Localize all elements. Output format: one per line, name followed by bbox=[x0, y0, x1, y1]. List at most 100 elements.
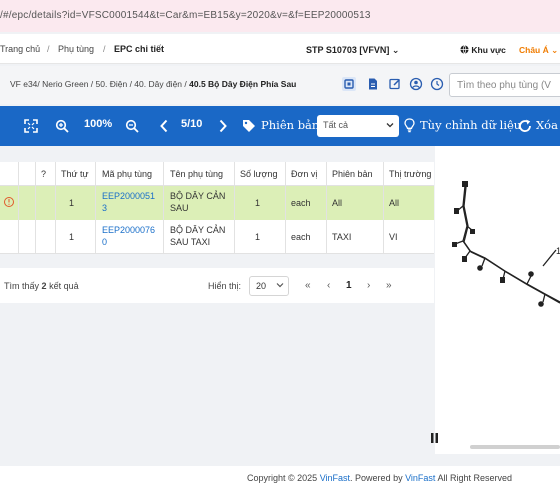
cell-part-code[interactable]: EEP2000076 0 bbox=[102, 224, 155, 248]
zoom-out-icon[interactable] bbox=[125, 119, 139, 133]
model-breadcrumb-bar: VF e34/ Nerio Green / 50. Điện / 40. Dây… bbox=[0, 66, 560, 104]
brand-link[interactable]: VinFast bbox=[320, 473, 350, 483]
current-page-button[interactable]: 1 bbox=[346, 280, 352, 291]
region-button[interactable]: Khu vực bbox=[460, 45, 506, 55]
edit-button[interactable] bbox=[388, 77, 402, 91]
table-header: ? Thứ tự Mã phụ tùng Tên phụ tùng Số lượ… bbox=[0, 162, 434, 186]
part-name-line: BỘ DÂY CẢN bbox=[170, 225, 226, 235]
clear-button[interactable]: Xóa bbox=[536, 118, 558, 132]
user-button[interactable] bbox=[409, 77, 423, 91]
group-crumb[interactable]: 50. Điện bbox=[96, 79, 128, 89]
store-selector[interactable]: STP S10703 [VFVN] ⌄ bbox=[306, 45, 399, 56]
result-count: Tìm thấy 2 kết quả bbox=[4, 281, 79, 291]
per-page-select[interactable]: 20 bbox=[249, 276, 289, 296]
version-label: Phiên bản bbox=[261, 118, 320, 132]
store-label: STP S10703 [VFVN] bbox=[306, 45, 390, 55]
version-select[interactable]: Tất cả bbox=[317, 115, 399, 137]
current-diagram-crumb: 40.5 Bộ Dây Điện Phía Sau bbox=[189, 79, 297, 89]
column-divider bbox=[35, 162, 36, 254]
tag-icon bbox=[243, 120, 255, 132]
part-name-line: SAU TAXI bbox=[170, 237, 211, 247]
table-row[interactable]: 1 EEP2000051 3 BỘ DÂY CẢN SAU 1 each All… bbox=[0, 186, 434, 220]
header-order[interactable]: Thứ tự bbox=[61, 169, 89, 179]
cell-order: 1 bbox=[69, 232, 75, 242]
parts-table: 1 EEP2000051 3 BỘ DÂY CẢN SAU 1 each All… bbox=[0, 162, 434, 254]
customize-data-button[interactable]: Tùy chỉnh dữ liệu bbox=[420, 118, 521, 132]
per-page-value: 20 bbox=[256, 281, 267, 291]
history-button[interactable] bbox=[430, 77, 444, 91]
fullscreen-icon[interactable] bbox=[24, 119, 38, 133]
cell-part-code[interactable]: EEP2000051 3 bbox=[102, 190, 155, 214]
chevron-down-icon bbox=[386, 123, 394, 128]
result-count-prefix: Tìm thấy bbox=[4, 281, 40, 291]
first-page-button[interactable]: « bbox=[305, 280, 311, 291]
page-indicator: 5/10 bbox=[181, 118, 203, 130]
user-circle-icon bbox=[409, 77, 423, 91]
footer: Copyright © 2025 VinFast. Powered by Vin… bbox=[0, 466, 560, 490]
column-divider bbox=[326, 162, 327, 254]
diagram-toolbar: 100% 5/10 Phiên bản Tất cả Tùy chỉnh dữ … bbox=[0, 106, 560, 146]
pagination-bar: Tìm thấy 2 kết quả Hiển thị: 20 « ‹ 1 › … bbox=[0, 268, 434, 303]
diagram-scrollbar[interactable] bbox=[470, 445, 560, 449]
header-version[interactable]: Phiên bản bbox=[332, 169, 373, 179]
chevron-down-icon bbox=[276, 283, 284, 288]
column-divider bbox=[55, 162, 56, 254]
cell-part-name: BỘ DÂY CẢN SAU TAXI bbox=[170, 224, 225, 248]
header-unit[interactable]: Đơn vị bbox=[291, 169, 317, 179]
breadcrumb-separator: / bbox=[103, 44, 106, 54]
copyright-prefix: Copyright © 2025 bbox=[247, 473, 320, 483]
parts-diagram[interactable]: 1 bbox=[435, 146, 560, 454]
breadcrumb-current: EPC chi tiết bbox=[114, 44, 165, 54]
diagram-callout[interactable]: 1 bbox=[556, 246, 560, 256]
next-page-icon[interactable] bbox=[218, 119, 228, 133]
header-market[interactable]: Thị trường bbox=[389, 169, 431, 179]
warning-mark bbox=[8, 199, 10, 205]
column-divider bbox=[234, 162, 235, 254]
chip-icon bbox=[344, 79, 354, 89]
version-select-value: Tất cả bbox=[323, 120, 349, 130]
header-help: ? bbox=[41, 169, 47, 179]
document-icon bbox=[369, 78, 377, 90]
part-search-box[interactable] bbox=[449, 73, 560, 97]
address-bar[interactable]: /#/epc/details?id=VFSC0001544&t=Car&m=EB… bbox=[0, 0, 560, 32]
cell-unit: each bbox=[291, 198, 311, 208]
url-text[interactable]: /#/epc/details?id=VFSC0001544&t=Car&m=EB… bbox=[0, 10, 371, 21]
part-name-line: SAU bbox=[170, 203, 189, 213]
document-button[interactable] bbox=[366, 77, 380, 91]
prev-page-icon[interactable] bbox=[159, 119, 169, 133]
next-page-button[interactable]: › bbox=[367, 280, 370, 291]
header-part-name[interactable]: Tên phụ tùng bbox=[170, 169, 223, 179]
rights-text: All Right Reserved bbox=[435, 473, 512, 483]
refresh-icon[interactable] bbox=[518, 119, 532, 133]
region-label: Khu vực bbox=[471, 45, 506, 55]
brand-link[interactable]: VinFast bbox=[405, 473, 435, 483]
table-row[interactable]: 1 EEP2000076 0 BỘ DÂY CẢN SAU TAXI 1 eac… bbox=[0, 220, 434, 254]
column-divider bbox=[383, 162, 384, 254]
model-breadcrumb: VF e34/ Nerio Green / 50. Điện / 40. Dây… bbox=[10, 79, 297, 89]
breadcrumb-home[interactable]: Trang chủ bbox=[0, 44, 40, 54]
header-part-code[interactable]: Mã phụ tùng bbox=[102, 169, 152, 179]
chevron-down-icon: ⌄ bbox=[391, 45, 400, 55]
chip-view-button[interactable] bbox=[342, 77, 356, 91]
header-quantity[interactable]: Số lượng bbox=[240, 169, 277, 179]
part-code-line: EEP2000051 bbox=[102, 191, 156, 201]
language-selector[interactable]: Châu Á ⌄ bbox=[519, 45, 558, 56]
per-page-label: Hiển thị: bbox=[208, 281, 242, 291]
cell-market: VI bbox=[389, 232, 398, 242]
model-crumb[interactable]: VF e34/ Nerio Green bbox=[10, 79, 88, 89]
subgroup-crumb[interactable]: 40. Dây điện bbox=[134, 79, 182, 89]
last-page-button[interactable]: » bbox=[386, 280, 392, 291]
prev-page-button[interactable]: ‹ bbox=[327, 280, 330, 291]
clock-icon bbox=[430, 77, 444, 91]
breadcrumb-parts[interactable]: Phụ tùng bbox=[58, 44, 94, 54]
column-divider bbox=[18, 162, 19, 254]
language-label: Châu Á bbox=[519, 45, 549, 55]
part-code-line: EEP2000076 bbox=[102, 225, 156, 235]
pause-icon[interactable] bbox=[430, 432, 440, 444]
zoom-in-icon[interactable] bbox=[55, 119, 69, 133]
part-search-input[interactable] bbox=[450, 74, 560, 96]
powered-by-text: . Powered by bbox=[350, 473, 406, 483]
cell-quantity: 1 bbox=[255, 198, 261, 208]
cell-market: All bbox=[389, 198, 400, 208]
cell-part-name: BỘ DÂY CẢN SAU bbox=[170, 190, 225, 214]
